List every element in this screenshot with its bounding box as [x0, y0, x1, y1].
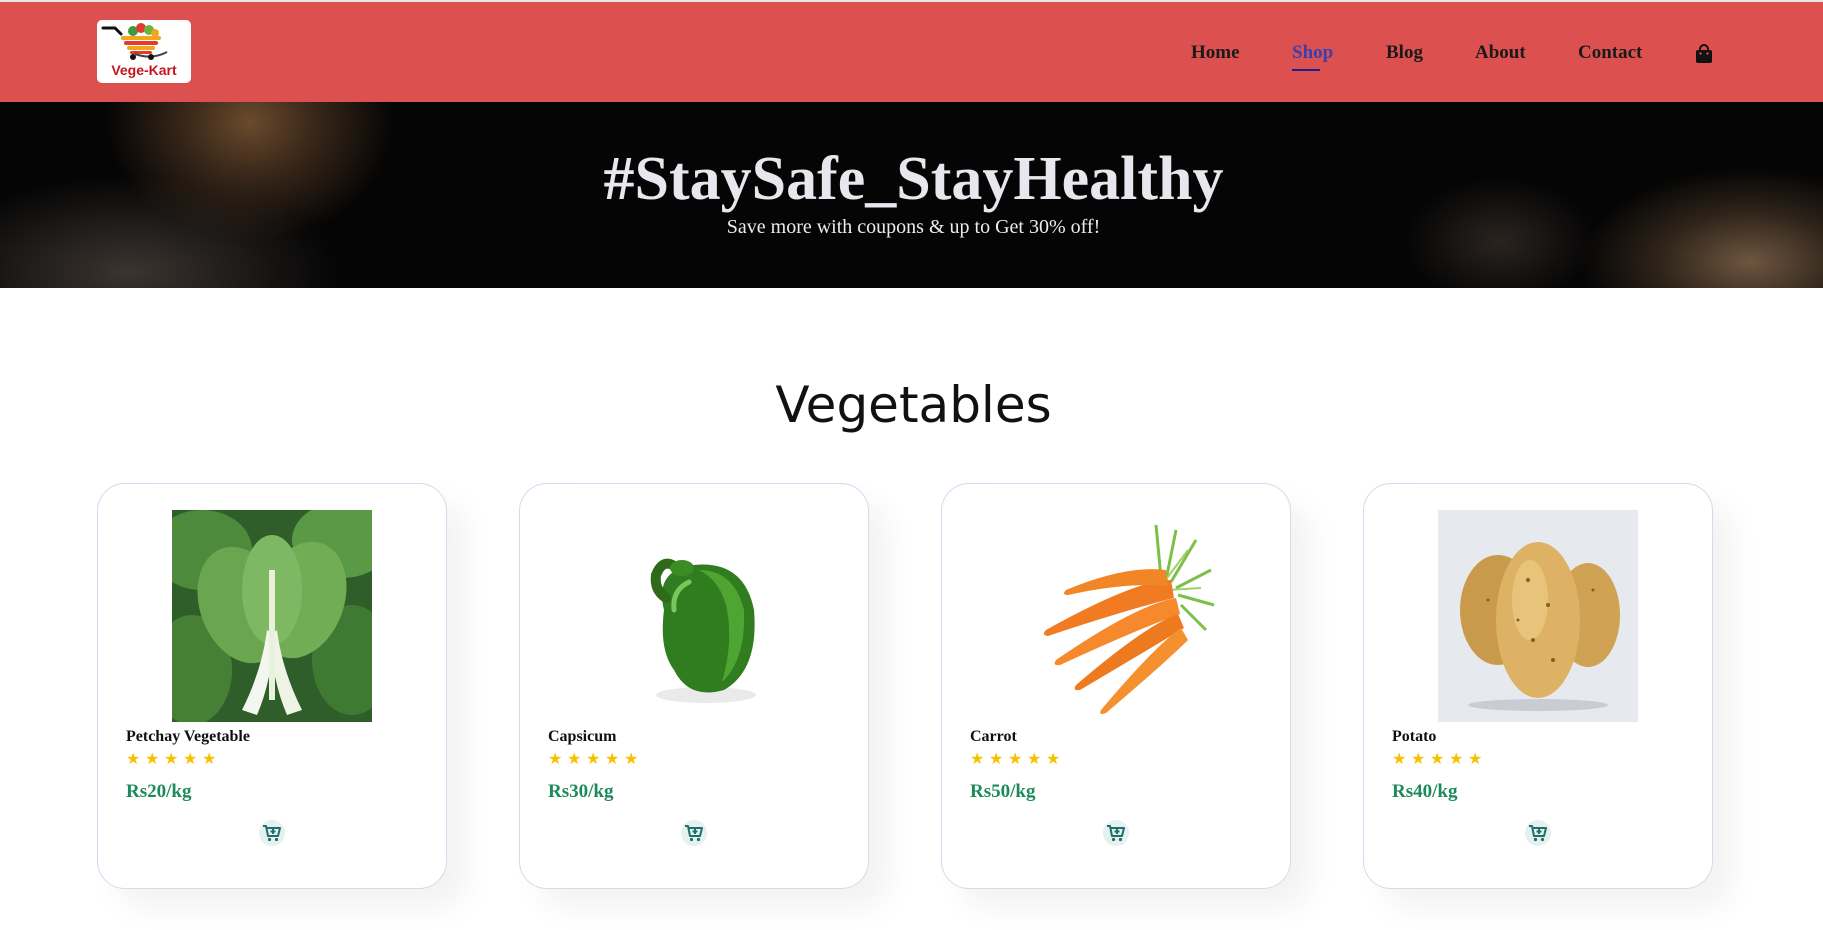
star-icon: ★ [1411, 749, 1426, 768]
product-price: Rs50/kg [970, 781, 1036, 802]
product-grid: Petchay Vegetable ★ ★ ★ ★ ★ Rs20/kg Caps… [0, 483, 1823, 890]
star-icon: ★ [164, 749, 179, 768]
product-card[interactable]: Carrot ★ ★ ★ ★ ★ Rs50/kg [941, 483, 1291, 889]
star-icon: ★ [183, 749, 198, 768]
rating-stars: ★ ★ ★ ★ ★ [126, 749, 217, 768]
star-icon: ★ [989, 749, 1004, 768]
product-price: Rs30/kg [548, 781, 614, 802]
product-card[interactable]: Petchay Vegetable ★ ★ ★ ★ ★ Rs20/kg [97, 483, 447, 889]
star-icon: ★ [1449, 749, 1464, 768]
star-icon: ★ [202, 749, 217, 768]
rating-stars: ★ ★ ★ ★ ★ [1392, 749, 1483, 768]
star-icon: ★ [586, 749, 601, 768]
section-title: Vegetables [775, 376, 1052, 434]
add-to-cart-button[interactable] [1103, 820, 1129, 846]
cart-plus-icon [685, 825, 703, 842]
add-to-cart-button[interactable] [1525, 820, 1551, 846]
active-underline [1292, 69, 1320, 71]
cart-plus-icon [263, 825, 281, 842]
star-icon: ★ [126, 749, 141, 768]
cart-plus-icon [1107, 825, 1125, 842]
rating-stars: ★ ★ ★ ★ ★ [548, 749, 639, 768]
add-to-cart-button[interactable] [681, 820, 707, 846]
nav-blog[interactable]: Blog [1386, 42, 1423, 64]
nav-about[interactable]: About [1475, 42, 1526, 64]
product-card[interactable]: Capsicum ★ ★ ★ ★ ★ Rs30/kg [519, 483, 869, 889]
star-icon: ★ [605, 749, 620, 768]
product-name: Carrot [970, 728, 1017, 745]
product-name: Potato [1392, 728, 1437, 745]
hero-title: #StaySafe_StayHealthy [603, 145, 1224, 213]
cart-plus-icon [1529, 825, 1547, 842]
star-icon: ★ [1468, 749, 1483, 768]
nav-contact[interactable]: Contact [1578, 42, 1642, 64]
product-price: Rs40/kg [1392, 781, 1458, 802]
page: Vege-Kart Home Shop Blog About Contact #… [0, 0, 1823, 930]
shopping-bag-icon[interactable] [1695, 44, 1713, 64]
carrot-image [1016, 510, 1216, 722]
brand-name: Vege-Kart [111, 62, 177, 78]
petchay-image [172, 510, 372, 722]
hero-subtitle: Save more with coupons & up to Get 30% o… [726, 216, 1101, 238]
star-icon: ★ [1430, 749, 1445, 768]
star-icon: ★ [970, 749, 985, 768]
product-name: Petchay Vegetable [126, 728, 250, 745]
rating-stars: ★ ★ ★ ★ ★ [970, 749, 1061, 768]
capsicum-image [594, 510, 794, 722]
star-icon: ★ [624, 749, 639, 768]
star-icon: ★ [548, 749, 563, 768]
site-header: Vege-Kart Home Shop Blog About Contact [0, 0, 1823, 102]
product-name: Capsicum [548, 728, 617, 745]
star-icon: ★ [1008, 749, 1023, 768]
star-icon: ★ [145, 749, 160, 768]
brand-logo[interactable]: Vege-Kart [97, 20, 191, 83]
product-card[interactable]: Potato ★ ★ ★ ★ ★ Rs40/kg [1363, 483, 1713, 889]
nav-home[interactable]: Home [1191, 42, 1240, 64]
star-icon: ★ [567, 749, 582, 768]
potato-image [1438, 510, 1638, 722]
add-to-cart-button[interactable] [259, 820, 285, 846]
nav-shop[interactable]: Shop [1292, 42, 1334, 71]
star-icon: ★ [1392, 749, 1407, 768]
star-icon: ★ [1027, 749, 1042, 768]
product-price: Rs20/kg [126, 781, 192, 802]
hero-banner: #StaySafe_StayHealthy Save more with cou… [0, 102, 1823, 288]
nav-shop-label: Shop [1292, 42, 1334, 63]
star-icon: ★ [1046, 749, 1061, 768]
